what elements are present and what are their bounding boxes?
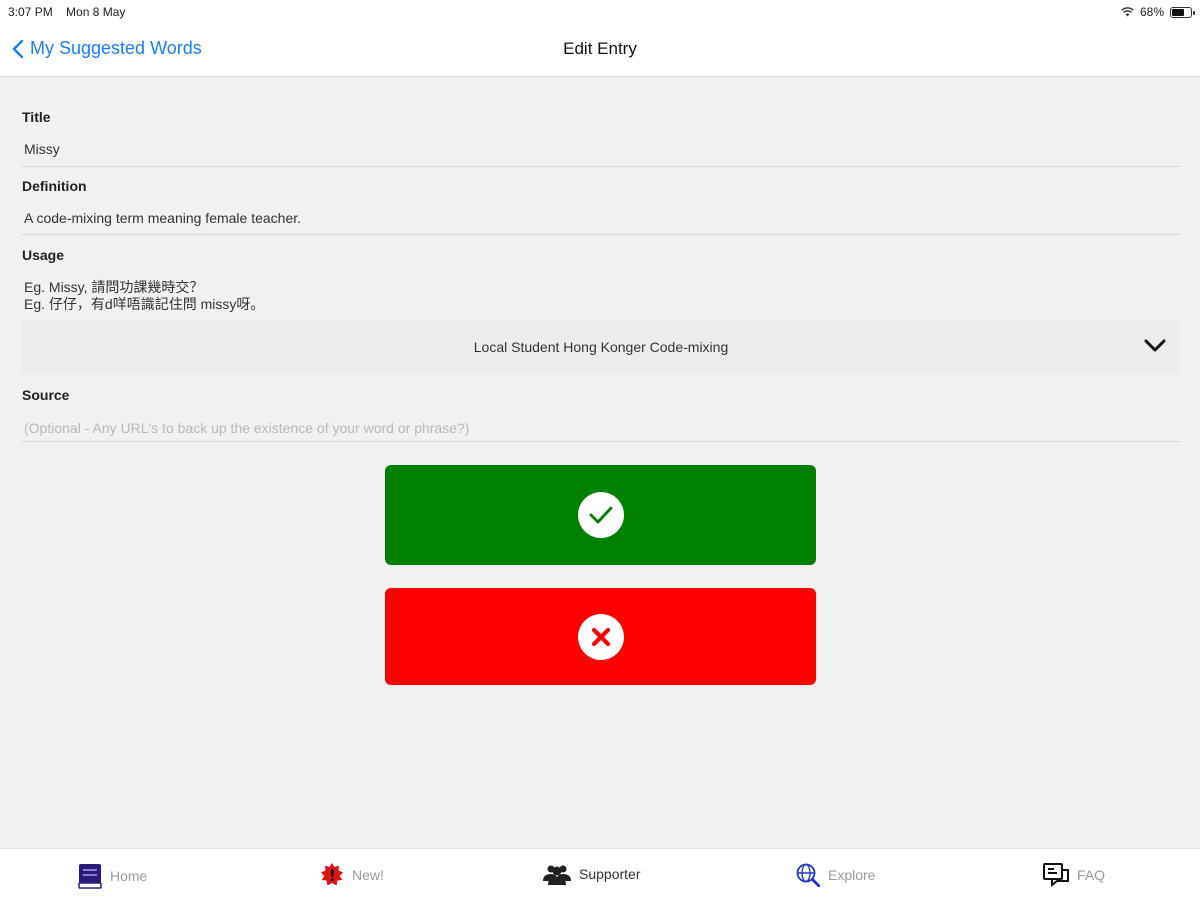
status-date: Mon 8 May (66, 5, 126, 19)
tab-faq[interactable]: FAQ (1043, 863, 1105, 887)
page-title: Edit Entry (563, 39, 637, 58)
book-icon (78, 864, 102, 889)
checkmark-icon (577, 492, 624, 538)
tab-explore[interactable]: Explore (796, 863, 875, 887)
title-label: Title (22, 109, 51, 125)
people-icon (543, 865, 571, 885)
source-label: Source (22, 387, 70, 403)
tab-label: Explore (828, 867, 876, 883)
close-icon (577, 613, 624, 660)
usage-line: Eg. 仔仔，有d咩唔識記住問 missy呀。 (24, 296, 265, 312)
battery-percent: 68% (1139, 5, 1164, 19)
cancel-button[interactable] (385, 588, 816, 685)
tab-label: Home (110, 868, 148, 884)
wifi-icon (1121, 7, 1134, 17)
faq-icon (1043, 863, 1069, 887)
usage-textarea[interactable]: Eg. Missy, 請問功課幾時交？ Eg. 仔仔，有d咩唔識記住問 miss… (22, 279, 1180, 321)
battery-fill (1172, 8, 1185, 16)
category-selected-value: Local Student Hong Konger Code-mixing (473, 339, 729, 355)
new-badge-icon (321, 863, 343, 886)
title-input[interactable]: Missy (22, 141, 1180, 167)
tab-home[interactable]: Home (78, 863, 147, 889)
navigation-bar: My Suggested Words Edit Entry (0, 24, 1200, 77)
status-time: 3:07 PM (8, 5, 53, 19)
usage-line: Eg. Missy, 請問功課幾時交？ (24, 279, 204, 295)
definition-label: Definition (22, 178, 87, 194)
tab-label: FAQ (1077, 867, 1106, 883)
tab-bar: Home New! Supporter Explore FAQ (0, 848, 1200, 900)
tab-label: Supporter (579, 866, 641, 882)
tab-new[interactable]: New! (320, 863, 384, 887)
chevron-down-icon (1144, 339, 1166, 352)
category-dropdown[interactable]: Local Student Hong Konger Code-mixing (22, 320, 1180, 374)
usage-label: Usage (22, 247, 65, 263)
tab-supporter[interactable]: Supporter (543, 863, 640, 885)
tab-label: New! (352, 867, 384, 883)
confirm-button[interactable] (385, 465, 816, 565)
status-bar: 3:07 PM Mon 8 May 68% (0, 0, 1200, 24)
definition-input[interactable]: A code-mixing term meaning female teache… (22, 210, 1180, 235)
globe-search-icon (796, 863, 820, 887)
battery-icon (1170, 6, 1195, 18)
source-input[interactable]: (Optional - Any URL's to back up the exi… (22, 420, 1180, 442)
